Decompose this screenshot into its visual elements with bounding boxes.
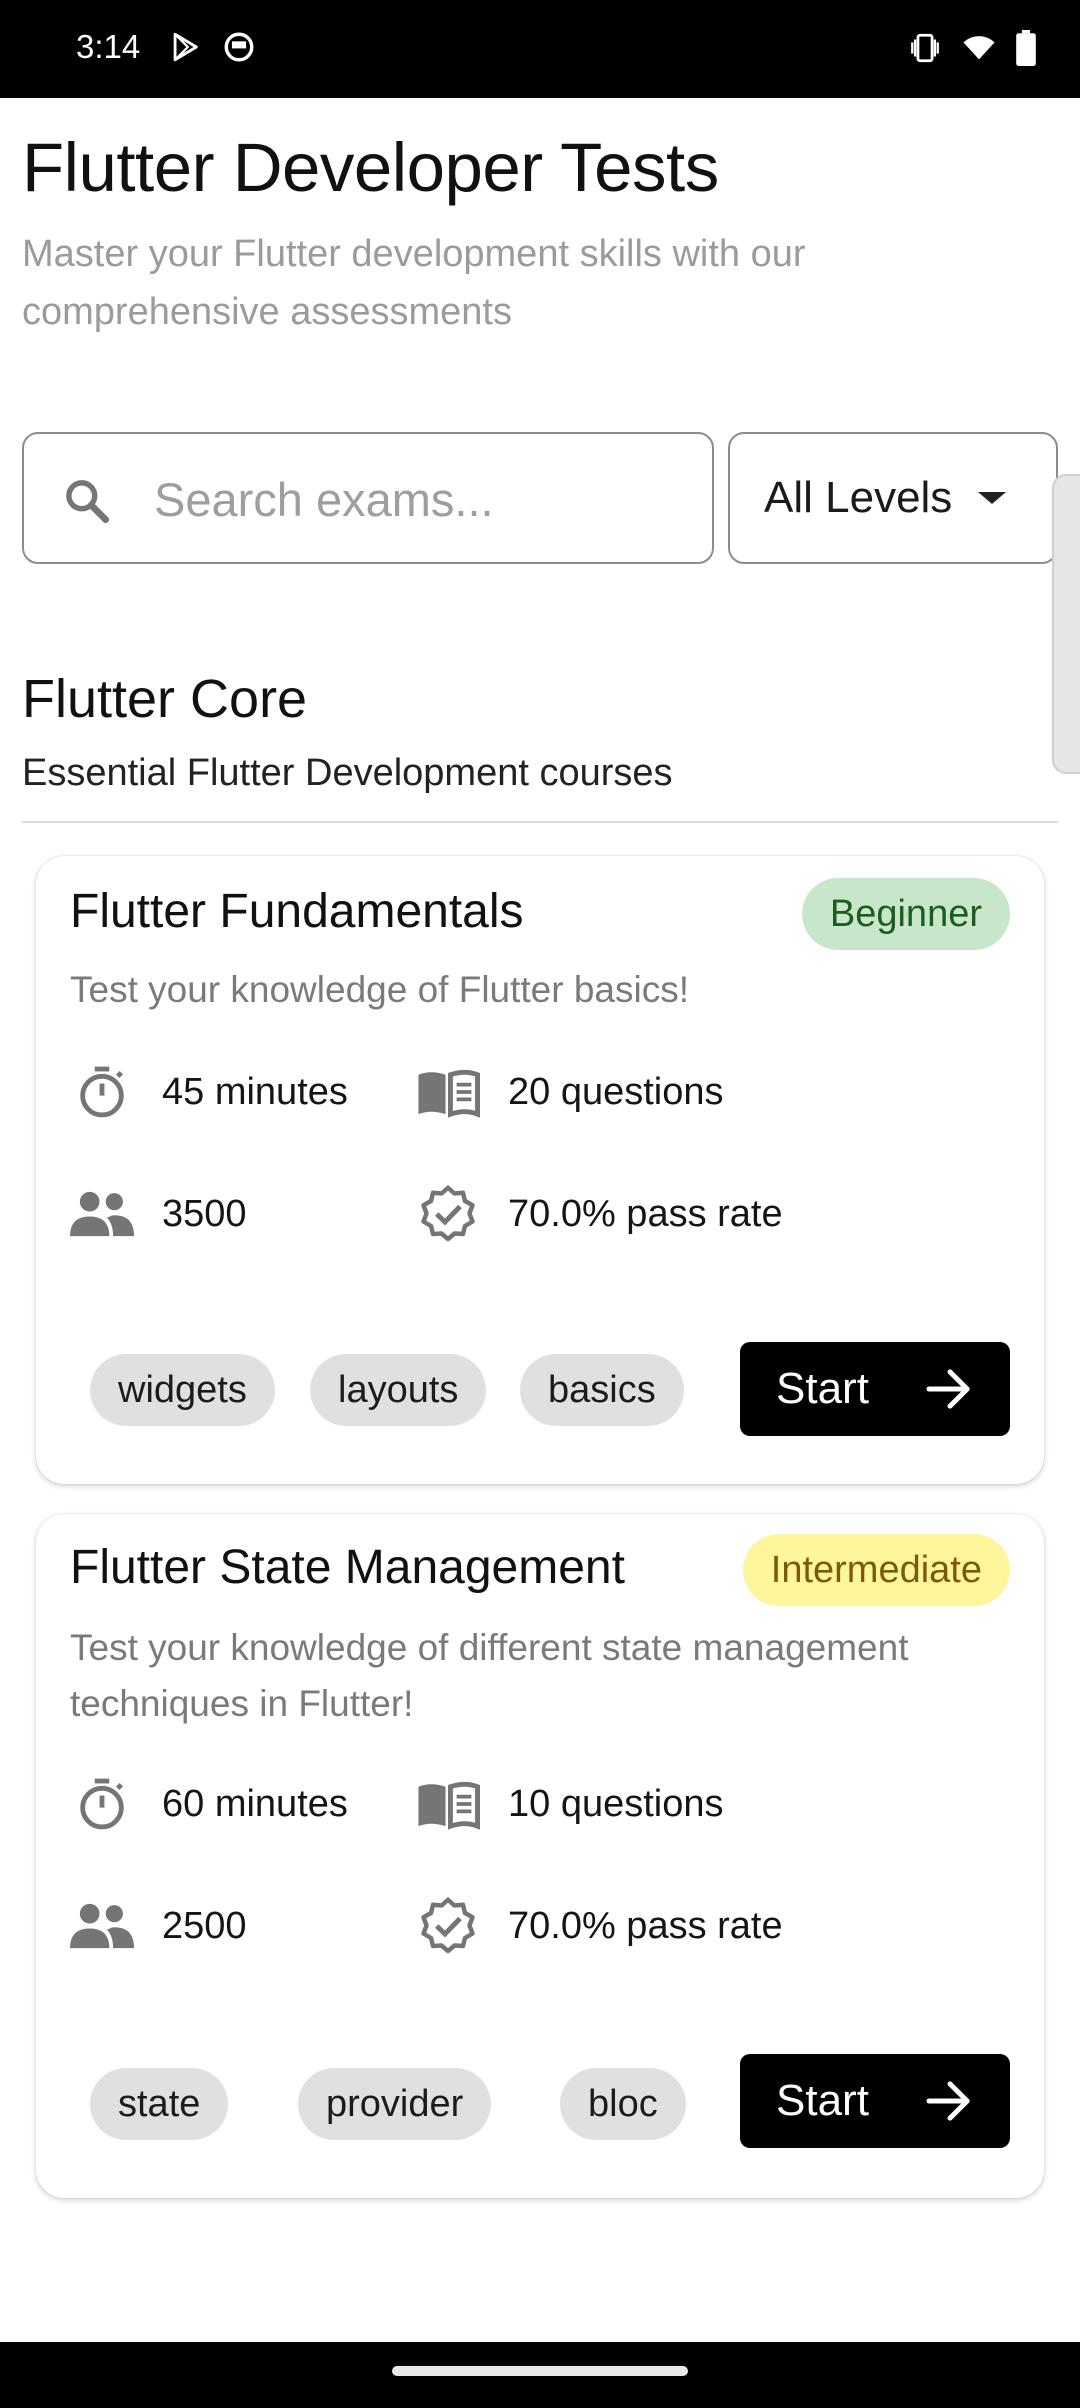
page-header: Flutter Developer Tests Master your Flut… <box>22 128 1052 341</box>
wifi-icon <box>960 31 998 70</box>
duration-info: 60 minutes <box>70 1772 348 1836</box>
book-icon <box>416 1060 480 1124</box>
system-navigation-bar <box>0 2342 1080 2408</box>
people-icon <box>70 1182 134 1246</box>
pass-rate-info: 70.0% pass rate <box>416 1894 783 1958</box>
chevron-down-icon <box>978 492 1007 504</box>
pass-rate-info: 70.0% pass rate <box>416 1182 783 1246</box>
section-title: Flutter Core <box>22 669 308 729</box>
verified-badge-icon <box>416 1894 480 1958</box>
tag-chip: bloc <box>560 2068 686 2140</box>
questions-info: 10 questions <box>416 1772 724 1836</box>
exam-description: Test your knowledge of Flutter basics! <box>70 969 690 1010</box>
questions-text: 10 questions <box>508 1782 724 1825</box>
home-gesture-handle[interactable] <box>392 2366 688 2376</box>
duration-info: 45 minutes <box>70 1060 348 1124</box>
verified-badge-icon <box>416 1182 480 1246</box>
section-header: Flutter Core Essential Flutter Developme… <box>22 668 1058 823</box>
section-subtitle: Essential Flutter Development courses <box>22 752 673 794</box>
book-icon <box>416 1772 480 1836</box>
search-input[interactable] <box>154 466 694 532</box>
timer-icon <box>70 1772 134 1836</box>
play-store-icon <box>168 30 202 69</box>
duration-text: 60 minutes <box>162 1782 348 1825</box>
arrow-right-icon <box>926 2080 974 2127</box>
vibrate-icon <box>908 31 942 70</box>
tag-chip: state <box>90 2068 229 2140</box>
exam-title: Flutter State Management <box>70 1541 625 1594</box>
exam-title: Flutter Fundamentals <box>70 885 524 938</box>
search-box[interactable] <box>22 432 714 564</box>
pass-rate-text: 70.0% pass rate <box>508 1192 783 1235</box>
notification-icon <box>222 30 256 69</box>
tag-chip: widgets <box>90 1354 275 1426</box>
battery-icon <box>1016 30 1036 71</box>
participants-text: 2500 <box>162 1904 247 1947</box>
people-icon <box>70 1894 134 1958</box>
questions-text: 20 questions <box>508 1070 724 1113</box>
exam-card: Flutter Fundamentals Beginner Test your … <box>36 856 1044 1484</box>
start-button[interactable]: Start <box>740 1342 1010 1436</box>
pass-rate-text: 70.0% pass rate <box>508 1904 783 1947</box>
status-time: 3:14 <box>76 28 141 65</box>
start-button[interactable]: Start <box>740 2054 1010 2148</box>
page-title: Flutter Developer Tests <box>22 129 719 206</box>
participants-info: 3500 <box>70 1182 247 1246</box>
status-bar: 3:14 <box>0 0 1080 98</box>
level-badge: Intermediate <box>742 1534 1010 1606</box>
level-filter-dropdown[interactable]: All Levels <box>728 432 1058 564</box>
level-badge: Beginner <box>801 878 1010 950</box>
tag-chip: provider <box>298 2068 492 2140</box>
exam-card: Flutter State Management Intermediate Te… <box>36 1514 1044 2198</box>
search-row: All Levels <box>22 432 1058 564</box>
page-subtitle: Master your Flutter development skills w… <box>22 233 806 333</box>
arrow-right-icon <box>926 1368 974 1415</box>
divider <box>22 821 1058 823</box>
tag-chip: basics <box>520 1354 684 1426</box>
timer-icon <box>70 1060 134 1124</box>
exam-description: Test your knowledge of different state m… <box>70 1627 909 1724</box>
level-filter-value: All Levels <box>764 473 953 522</box>
duration-text: 45 minutes <box>162 1070 348 1113</box>
tag-chip: layouts <box>310 1354 487 1426</box>
participants-text: 3500 <box>162 1192 247 1235</box>
search-icon <box>62 476 112 531</box>
questions-info: 20 questions <box>416 1060 724 1124</box>
participants-info: 2500 <box>70 1894 247 1958</box>
start-button-label: Start <box>776 1364 869 1413</box>
start-button-label: Start <box>776 2076 869 2125</box>
